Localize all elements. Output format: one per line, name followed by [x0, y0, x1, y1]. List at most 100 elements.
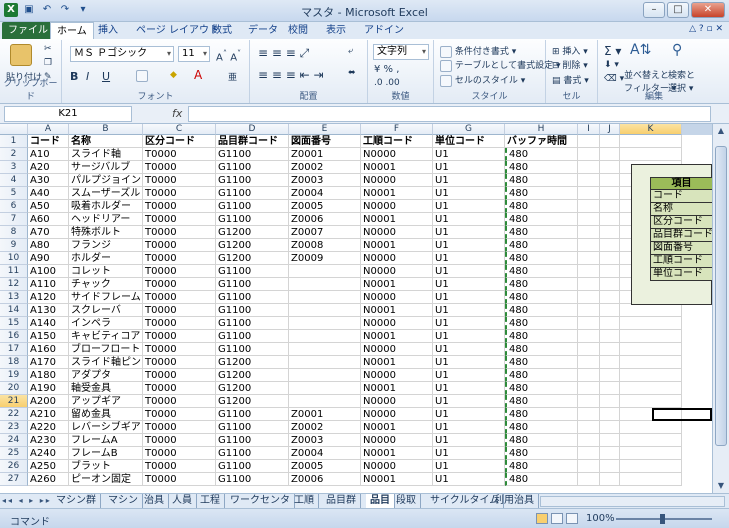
- cell[interactable]: T0000: [143, 148, 216, 161]
- cell[interactable]: N0001: [361, 356, 433, 369]
- cell[interactable]: 480: [505, 291, 578, 304]
- cell[interactable]: U1: [433, 447, 505, 460]
- cell[interactable]: [600, 421, 620, 434]
- cell[interactable]: [289, 356, 361, 369]
- cell[interactable]: フレームA: [69, 434, 143, 447]
- cell[interactable]: ブラット: [69, 460, 143, 473]
- column-header-b[interactable]: B: [69, 124, 143, 135]
- cell[interactable]: A190: [28, 382, 69, 395]
- cell[interactable]: [578, 187, 600, 200]
- cell[interactable]: Z0005: [289, 460, 361, 473]
- tab-review[interactable]: 校閲: [282, 22, 314, 39]
- cell[interactable]: コード: [28, 135, 69, 148]
- cell[interactable]: 480: [505, 226, 578, 239]
- maximize-button[interactable]: □: [667, 2, 689, 18]
- cell[interactable]: U1: [433, 200, 505, 213]
- cell[interactable]: U1: [433, 408, 505, 421]
- cell[interactable]: N0001: [361, 187, 433, 200]
- cell[interactable]: [578, 343, 600, 356]
- formula-input[interactable]: [188, 106, 711, 122]
- ribbon-help-icons[interactable]: △ ? ▫ ✕: [689, 24, 723, 34]
- cell[interactable]: A260: [28, 473, 69, 486]
- cell[interactable]: U1: [433, 148, 505, 161]
- cell[interactable]: G1100: [216, 291, 289, 304]
- cell[interactable]: [578, 317, 600, 330]
- cell[interactable]: A140: [28, 317, 69, 330]
- cell[interactable]: スクレーバ: [69, 304, 143, 317]
- cell[interactable]: N0000: [361, 226, 433, 239]
- cell[interactable]: G1200: [216, 356, 289, 369]
- cell[interactable]: [600, 252, 620, 265]
- cell[interactable]: A160: [28, 343, 69, 356]
- tab-addins[interactable]: アドイン: [358, 22, 410, 39]
- sheet-tab[interactable]: 利用治具: [490, 494, 539, 508]
- cell[interactable]: T0000: [143, 317, 216, 330]
- cell[interactable]: [578, 200, 600, 213]
- cell[interactable]: [600, 434, 620, 447]
- cell[interactable]: 480: [505, 382, 578, 395]
- align-top-icon[interactable]: ≡ ≡ ≡ ⤢: [258, 46, 309, 61]
- cell[interactable]: A150: [28, 330, 69, 343]
- cell[interactable]: U1: [433, 356, 505, 369]
- horizontal-scrollbar[interactable]: [540, 496, 725, 507]
- cell[interactable]: [578, 265, 600, 278]
- cell[interactable]: 480: [505, 343, 578, 356]
- vertical-scrollbar[interactable]: ▲ ▼: [712, 124, 729, 493]
- cell[interactable]: G1200: [216, 239, 289, 252]
- cell[interactable]: A90: [28, 252, 69, 265]
- row-header[interactable]: 20: [0, 382, 28, 395]
- sheet-nav-icon[interactable]: ◂◂ ◂ ▸ ▸▸: [2, 496, 52, 505]
- cell[interactable]: 480: [505, 265, 578, 278]
- sheet-tab[interactable]: マシン群: [52, 494, 101, 508]
- cell[interactable]: [620, 356, 682, 369]
- cell[interactable]: 480: [505, 187, 578, 200]
- row-header[interactable]: 11: [0, 265, 28, 278]
- cell[interactable]: [600, 187, 620, 200]
- conditional-format-button[interactable]: 条件付き書式 ▾: [440, 44, 516, 58]
- row-header[interactable]: 2: [0, 148, 28, 161]
- cell[interactable]: Z0002: [289, 421, 361, 434]
- cell[interactable]: [600, 174, 620, 187]
- row-header[interactable]: 22: [0, 408, 28, 421]
- cell[interactable]: N0000: [361, 317, 433, 330]
- column-header-j[interactable]: J: [600, 124, 620, 135]
- sheet-tab[interactable]: 治具: [140, 494, 169, 508]
- cell[interactable]: 480: [505, 460, 578, 473]
- cell[interactable]: N0001: [361, 213, 433, 226]
- cell[interactable]: フレームB: [69, 447, 143, 460]
- cell[interactable]: U1: [433, 213, 505, 226]
- row-header[interactable]: 9: [0, 239, 28, 252]
- page-break-view-icon[interactable]: [566, 513, 578, 524]
- cell[interactable]: Z0004: [289, 187, 361, 200]
- cell[interactable]: 480: [505, 161, 578, 174]
- cell[interactable]: サイドフレーム: [69, 291, 143, 304]
- cell[interactable]: U1: [433, 161, 505, 174]
- row-header[interactable]: 7: [0, 213, 28, 226]
- number-format-select[interactable]: 文字列: [373, 44, 429, 60]
- font-name-select[interactable]: ＭＳ Ｐゴシック: [70, 46, 174, 62]
- cell[interactable]: 区分コード: [143, 135, 216, 148]
- column-header-i[interactable]: I: [578, 124, 600, 135]
- cell[interactable]: N0000: [361, 460, 433, 473]
- cell[interactable]: T0000: [143, 434, 216, 447]
- row-header[interactable]: 19: [0, 369, 28, 382]
- cell[interactable]: A40: [28, 187, 69, 200]
- cell[interactable]: N0000: [361, 408, 433, 421]
- cell[interactable]: N0000: [361, 200, 433, 213]
- cell[interactable]: T0000: [143, 161, 216, 174]
- minimize-button[interactable]: –: [643, 2, 665, 18]
- cell[interactable]: [578, 278, 600, 291]
- cell[interactable]: T0000: [143, 304, 216, 317]
- row-header[interactable]: 1: [0, 135, 28, 148]
- cell[interactable]: U1: [433, 304, 505, 317]
- cell[interactable]: T0000: [143, 460, 216, 473]
- cell[interactable]: T0000: [143, 447, 216, 460]
- cell[interactable]: [578, 148, 600, 161]
- cell[interactable]: U1: [433, 265, 505, 278]
- cell[interactable]: [600, 278, 620, 291]
- row-header[interactable]: 23: [0, 421, 28, 434]
- phonetic-icon[interactable]: 亜: [228, 70, 237, 83]
- cell[interactable]: N0001: [361, 161, 433, 174]
- row-header[interactable]: 4: [0, 174, 28, 187]
- cell[interactable]: 480: [505, 239, 578, 252]
